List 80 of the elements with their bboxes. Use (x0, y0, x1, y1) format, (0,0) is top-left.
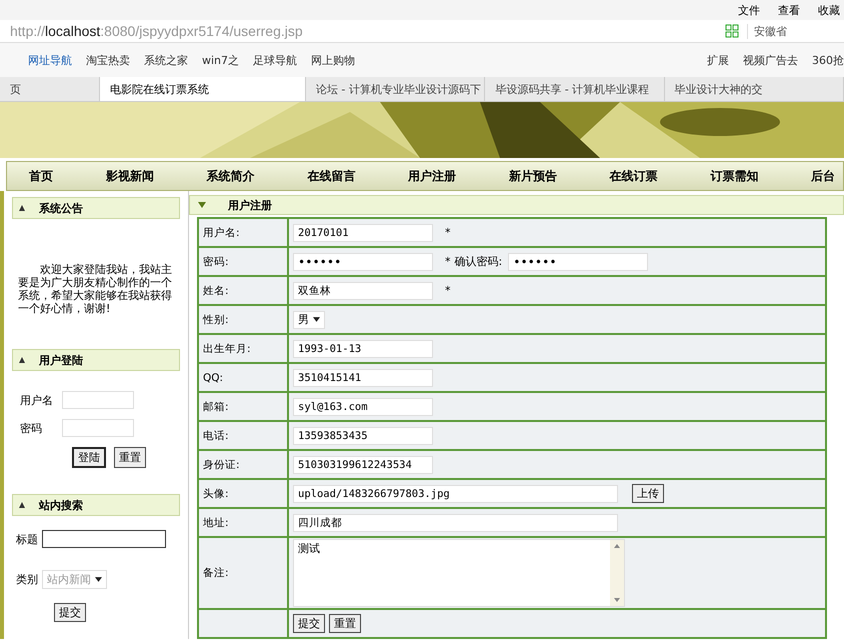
nav-link[interactable]: 首页 (29, 168, 53, 184)
form-button[interactable]: 重置 (114, 447, 146, 468)
browser-tab[interactable]: 电影院在线订票系统 (100, 77, 306, 101)
field-label: 确认密码: (454, 254, 502, 268)
section-title: 系统公告 (39, 200, 83, 216)
triangle-icon (19, 357, 25, 363)
field-label: 类别 (16, 572, 38, 587)
triangle-icon (198, 202, 206, 208)
gender-select[interactable]: 男 (293, 310, 324, 328)
section-title: 用户登陆 (39, 352, 83, 368)
nav-link[interactable]: 后台 (811, 168, 835, 184)
field-label: 邮箱: (198, 392, 288, 421)
field-label: 身份证: (198, 450, 288, 479)
text-area[interactable]: 测试 (293, 539, 625, 607)
input-field[interactable]: 四川成都 (293, 514, 618, 532)
input-field[interactable]: 1993-01-13 (293, 340, 433, 358)
input-field[interactable]: 13593853435 (293, 426, 433, 444)
field-label: 姓名: (198, 276, 288, 305)
password-field[interactable]: •••••• (508, 252, 648, 270)
grid-icon[interactable] (725, 24, 739, 38)
required-mark: * (445, 226, 450, 239)
nav-link[interactable]: 在线留言 (307, 168, 356, 184)
input-field[interactable]: syl@163.com (293, 398, 433, 416)
input-field[interactable] (42, 530, 166, 548)
triangle-icon (19, 502, 25, 508)
upload-button[interactable]: 上传 (632, 484, 664, 503)
bookmark[interactable]: 网址导航 (28, 52, 72, 68)
address-field[interactable]: http://localhost:8080/jspyydpxr5174/userreg.jsp (10, 23, 717, 39)
field-label: QQ: (198, 363, 288, 392)
bookmark[interactable]: 淘宝热卖 (86, 52, 130, 68)
browser-tab[interactable]: 毕设源码共享 - 计算机毕业课程 (485, 77, 665, 101)
triangle-icon (19, 205, 25, 211)
caret-icon (94, 577, 102, 582)
required-mark: * (445, 284, 450, 297)
field-label: 头像: (198, 479, 288, 508)
toolbar-item[interactable]: 360抢 (812, 52, 844, 68)
password-field[interactable]: •••••• (293, 252, 433, 270)
notice-text: 欢迎大家登陆我站，我站主要是为广大朋友精心制作的一个系统，希望大家能够在我站获得一个好心情，谢谢! (18, 263, 172, 315)
nav-link[interactable]: 在线订票 (610, 168, 658, 184)
menu-item[interactable]: 文件 (738, 2, 760, 18)
field-label: 电话: (198, 421, 288, 450)
search-field[interactable]: 安徽省 (747, 24, 844, 38)
caret-icon (312, 316, 320, 322)
nav-link[interactable]: 系统简介 (206, 168, 254, 184)
nav-link[interactable]: 订票需知 (710, 168, 758, 184)
field-label: 出生年月: (198, 334, 288, 363)
nav-link[interactable]: 影视新闻 (106, 168, 154, 184)
toolbar-item[interactable]: 扩展 (707, 52, 729, 68)
submit-button[interactable]: 提交 (54, 603, 86, 622)
bookmark[interactable]: 系统之家 (144, 52, 188, 68)
nav-link[interactable]: 新片预告 (508, 168, 557, 184)
section-title: 用户注册 (228, 198, 272, 212)
field-label: 性别: (198, 305, 288, 334)
field-label: 备注: (198, 537, 288, 609)
menu-item[interactable]: 查看 (778, 2, 800, 18)
section-title: 站内搜索 (39, 498, 83, 512)
input-field[interactable]: 510303199612243534 (293, 456, 433, 474)
form-button[interactable]: 重置 (329, 614, 361, 633)
form-button[interactable]: 提交 (293, 614, 325, 633)
field-label: 用户名 (20, 392, 54, 408)
input-field[interactable]: 双鱼林 (293, 282, 433, 300)
field-label: 地址: (198, 508, 288, 537)
bookmark[interactable]: win7之 (202, 52, 240, 68)
input-field[interactable]: 20170101 (293, 224, 433, 242)
nav-link[interactable]: 用户注册 (408, 168, 456, 184)
menu-item[interactable]: 收藏 (818, 2, 840, 18)
input-field[interactable]: upload/1483266797803.jpg (293, 484, 618, 503)
form-button[interactable]: 登陆 (72, 447, 106, 468)
field-label: 用户名: (198, 218, 288, 247)
browser-tab[interactable]: 论坛 - 计算机专业毕业设计源码下 (306, 77, 486, 101)
bookmark[interactable]: 足球导航 (253, 52, 298, 68)
input-field[interactable]: 3510415141 (293, 368, 433, 386)
scrollbar[interactable] (610, 540, 624, 606)
toolbar-item[interactable]: 视频广告去 (743, 52, 798, 68)
required-mark: * (445, 254, 450, 268)
field-label: 标题 (16, 532, 38, 546)
bookmark[interactable]: 网上购物 (311, 52, 356, 68)
field-label: 密码 (20, 420, 43, 436)
field-label: 密码: (198, 247, 288, 276)
browser-tab[interactable]: 毕业设计大神的交 (664, 77, 844, 101)
